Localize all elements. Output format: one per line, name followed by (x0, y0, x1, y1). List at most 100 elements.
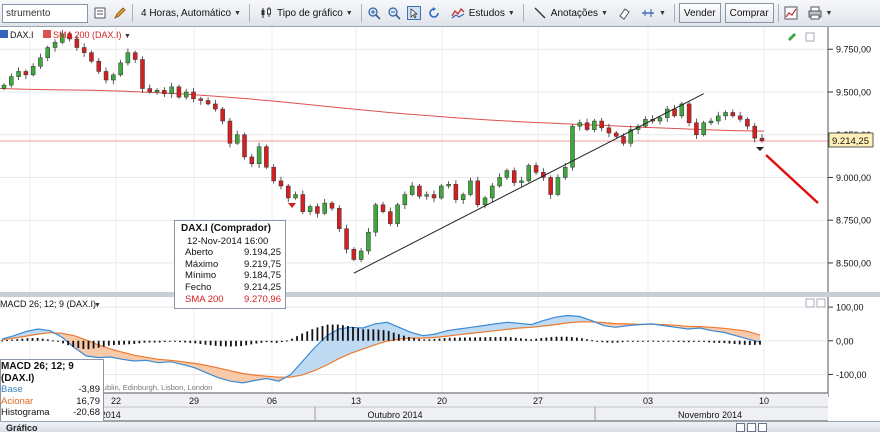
candle-body (176, 86, 182, 98)
histogram-bar (230, 340, 232, 347)
macd-tooltip-value: -20,68 (73, 407, 100, 419)
histogram-bar (367, 329, 370, 341)
annotations-dropdown[interactable]: Anotações ▼ (528, 3, 612, 23)
main-instrument-label: DAX.I (10, 30, 34, 40)
histogram-bar (718, 340, 721, 343)
options-icon[interactable] (92, 5, 108, 21)
candle-body (111, 74, 116, 81)
tooltip-row: Mínimo 9.184,75 (181, 270, 281, 282)
histogram-bar (240, 340, 243, 347)
panel-splitter[interactable] (0, 292, 880, 297)
eraser-icon[interactable] (616, 5, 632, 21)
panel-close-icon[interactable] (758, 423, 767, 432)
panel-restore-icon[interactable] (805, 298, 815, 308)
candle-body (337, 207, 342, 229)
candle-body (16, 71, 21, 77)
candle-body (562, 166, 568, 178)
histogram-bar (41, 338, 44, 341)
histogram-bar (443, 338, 446, 341)
candle-body (686, 103, 692, 123)
candle-body (417, 185, 422, 197)
price-tooltip: DAX.I (Comprador) 12-Nov-2014 16:00 Aber… (174, 220, 286, 310)
histogram-bar (713, 340, 716, 343)
histogram-bar (275, 340, 278, 343)
chart-area[interactable]: DAX.I SMA 200 (DAX.I) ▼ 9.750,00 9.500,00… (0, 27, 880, 432)
candle-body (584, 122, 590, 130)
histogram-bar (57, 340, 59, 342)
period-dropdown[interactable]: 4 Horas, Automático ▼ (137, 3, 245, 23)
candle-body (701, 122, 706, 135)
instrument-input[interactable] (2, 3, 88, 23)
histogram-bar (87, 340, 90, 350)
chevron-down-icon: ▼ (234, 9, 241, 17)
candle-body (366, 231, 371, 252)
sma-indicator-label[interactable]: SMA 200 (DAX.I) (53, 30, 122, 40)
histogram-bar (662, 340, 665, 342)
histogram-bar (265, 340, 268, 343)
candle-body (125, 52, 131, 64)
histogram-bar (474, 337, 477, 341)
histogram-bar (331, 324, 334, 341)
candle-body (657, 117, 663, 122)
histogram-bar (336, 324, 339, 341)
candle-body (162, 90, 167, 94)
panel-restore-icon[interactable] (805, 32, 815, 42)
price-chart[interactable]: DAX.I SMA 200 (DAX.I) ▼ 9.750,00 9.500,00… (0, 27, 880, 432)
candle-body (256, 146, 262, 165)
cursor-icon[interactable] (406, 5, 422, 21)
pencil-icon[interactable] (112, 5, 128, 21)
candle-body (271, 166, 276, 182)
candle-body (592, 120, 597, 130)
panel-pin-icon[interactable] (736, 423, 745, 432)
histogram-bar (377, 329, 380, 341)
histogram-bar (479, 337, 482, 341)
candle-body (169, 86, 174, 94)
x-tick-label: 27 (533, 396, 543, 406)
zoom-out-icon[interactable] (386, 5, 402, 21)
sell-button[interactable]: Vender (678, 3, 721, 23)
histogram-bar (621, 340, 624, 343)
toolbar-separator (777, 4, 779, 22)
chevron-down-icon[interactable]: ▼ (94, 302, 101, 309)
panel-restore-icon[interactable] (747, 423, 756, 432)
histogram-bar (357, 328, 360, 341)
y-tick-label: 8.750,00 (836, 216, 871, 226)
refresh-icon[interactable] (426, 5, 442, 21)
candle-body (322, 202, 327, 214)
histogram-bar (31, 338, 34, 341)
histogram-bar (21, 338, 24, 341)
panel-close-icon[interactable] (816, 298, 826, 308)
candle-body (424, 194, 429, 197)
buy-button[interactable]: Comprar (724, 3, 774, 23)
histogram-bar (36, 338, 39, 341)
ruler-dropdown[interactable]: ▼ (636, 3, 670, 23)
print-dropdown[interactable]: ▼ (803, 3, 837, 23)
candle-body (613, 132, 619, 137)
histogram-bar (321, 325, 324, 341)
candle-body (147, 88, 153, 93)
histogram-bar (514, 337, 517, 341)
zoom-in-icon[interactable] (366, 5, 382, 21)
chart-type-dropdown[interactable]: Tipo de gráfico ▼ (254, 3, 357, 23)
macd-tooltip-row: Base -3,89 (1, 384, 100, 396)
chevron-down-icon[interactable]: ▼ (124, 33, 131, 40)
tooltip-title: DAX.I (Comprador) (181, 223, 271, 234)
tooltip-value: 9.219,75 (244, 258, 281, 270)
macd-indicator-label[interactable]: MACD 26; 12; 9 (DAX.I) (0, 299, 96, 309)
histogram-bar (428, 339, 431, 341)
histogram-bar (591, 340, 594, 342)
histogram-bar (581, 338, 583, 341)
y-tick-label: 100,00 (836, 303, 864, 313)
x-tick-label: 03 (643, 396, 653, 406)
chart-type-label: Tipo de gráfico (276, 7, 343, 19)
studies-label: Estudos (468, 7, 505, 19)
chart-settings-icon[interactable] (783, 5, 799, 21)
tooltip-label: Mínimo (185, 270, 217, 282)
histogram-bar (158, 340, 161, 343)
toolbar-separator (132, 4, 133, 22)
histogram-bar (189, 340, 192, 343)
macd-tooltip-title: MACD 26; 12; 9 (DAX.I) (1, 361, 74, 384)
candle-body (307, 206, 313, 212)
studies-dropdown[interactable]: Estudos ▼ (446, 3, 519, 23)
histogram-bar (107, 340, 110, 346)
